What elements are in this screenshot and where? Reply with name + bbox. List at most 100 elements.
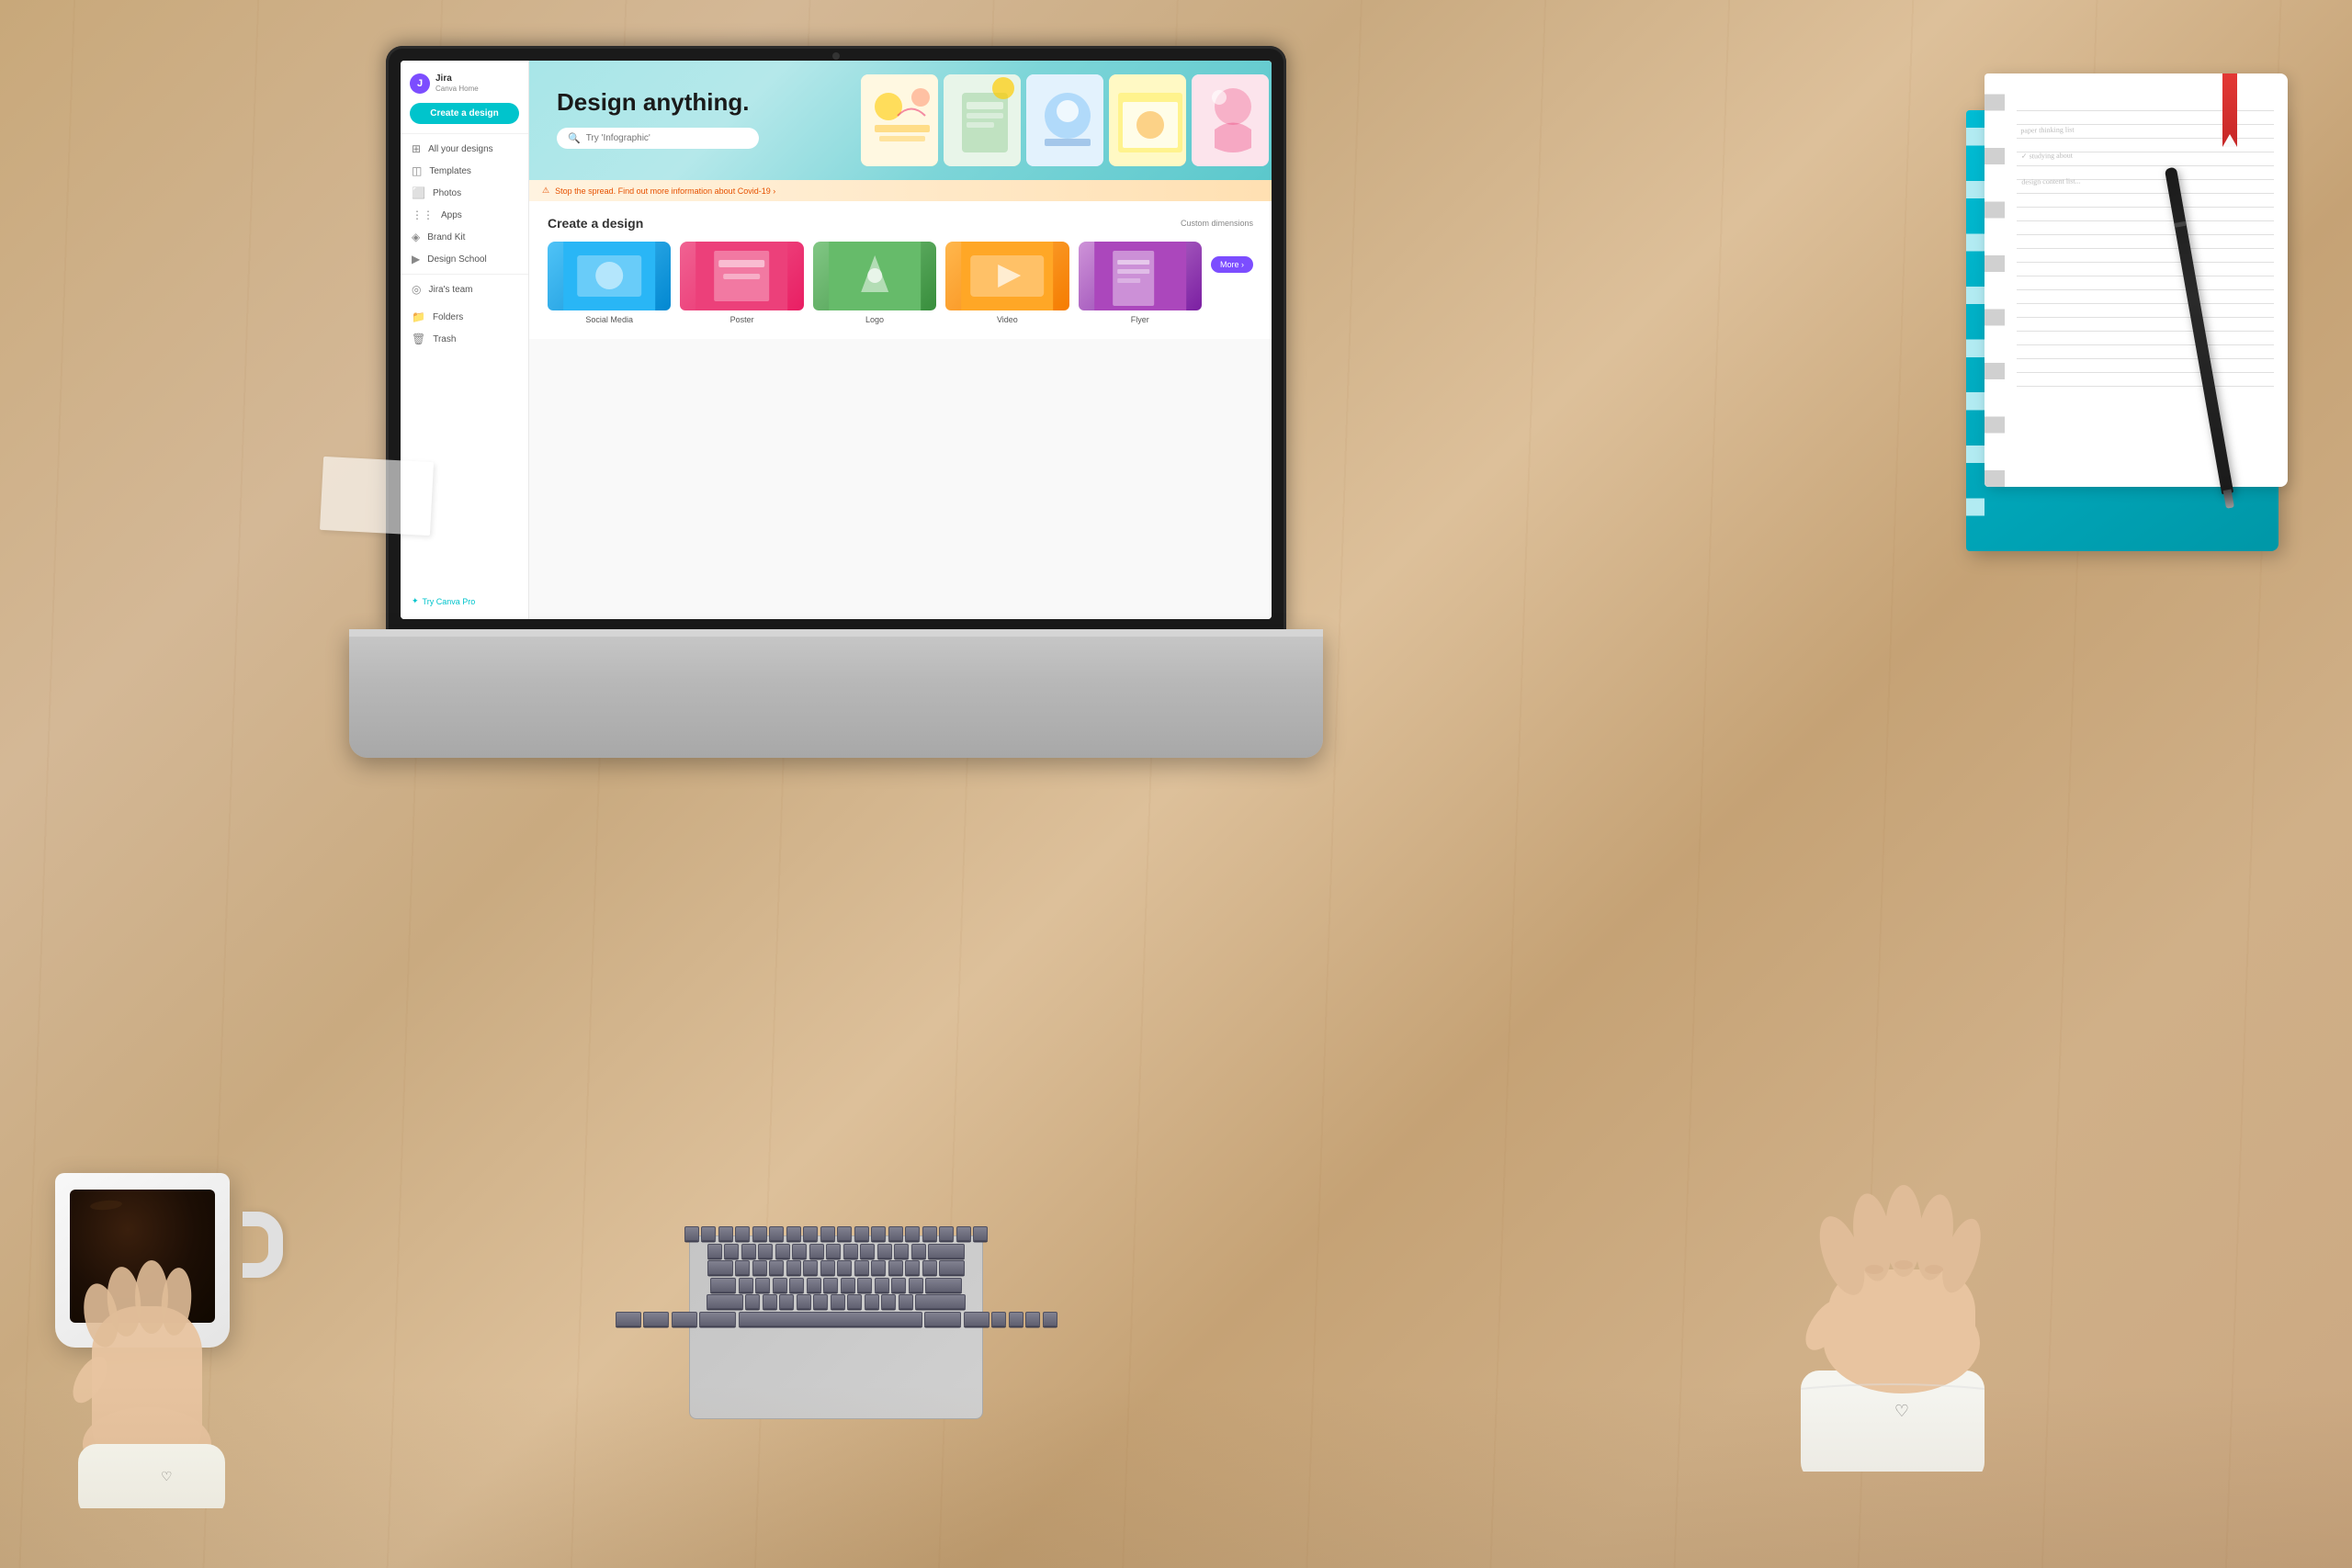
key-slash[interactable]	[899, 1294, 913, 1309]
key-u[interactable]	[837, 1260, 852, 1275]
key-minus[interactable]	[894, 1244, 909, 1258]
key-m[interactable]	[847, 1294, 862, 1309]
sidebar-item-team[interactable]: ◎ Jira's team	[401, 278, 528, 300]
search-bar[interactable]: 🔍	[557, 128, 759, 149]
key-quote[interactable]	[909, 1278, 923, 1292]
key-arrow-down[interactable]	[1025, 1312, 1040, 1326]
key-s[interactable]	[755, 1278, 770, 1292]
key-arrow-right[interactable]	[1043, 1312, 1057, 1326]
key-1[interactable]	[724, 1244, 739, 1258]
key-f4[interactable]	[752, 1226, 767, 1241]
key-2[interactable]	[741, 1244, 756, 1258]
key-0[interactable]	[877, 1244, 892, 1258]
key-8[interactable]	[843, 1244, 858, 1258]
key-spacebar[interactable]	[739, 1312, 922, 1326]
search-input[interactable]	[586, 133, 748, 143]
sidebar-item-design-school[interactable]: ▶ Design School	[401, 248, 528, 270]
design-type-poster[interactable]: Poster	[680, 242, 803, 324]
sidebar-item-trash[interactable]: 🗑 Trash	[401, 328, 528, 350]
key-del[interactable]	[973, 1226, 988, 1241]
key-command-right[interactable]	[924, 1312, 961, 1326]
sidebar-item-brand-kit[interactable]: ◈ Brand Kit	[401, 226, 528, 248]
key-6[interactable]	[809, 1244, 824, 1258]
key-a[interactable]	[739, 1278, 753, 1292]
key-r[interactable]	[786, 1260, 801, 1275]
key-f7[interactable]	[803, 1226, 818, 1241]
key-y[interactable]	[820, 1260, 835, 1275]
key-semicolon[interactable]	[891, 1278, 906, 1292]
design-type-print[interactable]: Flyer	[1079, 242, 1202, 324]
key-f1[interactable]	[701, 1226, 716, 1241]
key-fn[interactable]	[616, 1312, 641, 1326]
key-l[interactable]	[875, 1278, 889, 1292]
more-designs-button[interactable]: More ›	[1211, 256, 1253, 273]
key-4[interactable]	[775, 1244, 790, 1258]
key-bracket-close[interactable]	[922, 1260, 937, 1275]
key-shift-right[interactable]	[915, 1294, 966, 1309]
key-v[interactable]	[797, 1294, 811, 1309]
key-h[interactable]	[823, 1278, 838, 1292]
key-shift-left[interactable]	[707, 1294, 743, 1309]
key-j[interactable]	[841, 1278, 855, 1292]
design-type-social-media[interactable]: Social Media	[548, 242, 671, 324]
key-9[interactable]	[860, 1244, 875, 1258]
key-arrow-left[interactable]	[991, 1312, 1006, 1326]
key-c[interactable]	[779, 1294, 794, 1309]
covid-notice-banner[interactable]: ⚠ Stop the spread. Find out more informa…	[529, 180, 1272, 201]
key-f8[interactable]	[820, 1226, 835, 1241]
key-bracket-open[interactable]	[905, 1260, 920, 1275]
key-option-left[interactable]	[672, 1312, 697, 1326]
key-q[interactable]	[735, 1260, 750, 1275]
key-t[interactable]	[803, 1260, 818, 1275]
key-b[interactable]	[813, 1294, 828, 1309]
key-esc[interactable]	[684, 1226, 699, 1241]
sidebar-item-photos[interactable]: ⬜ Photos	[401, 182, 528, 204]
key-3[interactable]	[758, 1244, 773, 1258]
design-type-logo[interactable]: Logo	[813, 242, 936, 324]
key-f16[interactable]	[956, 1226, 971, 1241]
key-option-right[interactable]	[964, 1312, 989, 1326]
key-e[interactable]	[769, 1260, 784, 1275]
key-x[interactable]	[763, 1294, 777, 1309]
key-capslock[interactable]	[710, 1278, 736, 1292]
custom-dimensions-button[interactable]: Custom dimensions	[1181, 219, 1253, 228]
key-f9[interactable]	[837, 1226, 852, 1241]
key-f15[interactable]	[939, 1226, 954, 1241]
key-f3[interactable]	[735, 1226, 750, 1241]
key-arrow-up[interactable]	[1009, 1312, 1023, 1326]
sidebar-item-apps[interactable]: ⋮⋮ Apps	[401, 204, 528, 226]
key-f10[interactable]	[854, 1226, 869, 1241]
key-g[interactable]	[807, 1278, 821, 1292]
key-n[interactable]	[831, 1294, 845, 1309]
key-f12[interactable]	[888, 1226, 903, 1241]
key-tab[interactable]	[707, 1260, 733, 1275]
sidebar-item-folders[interactable]: 📁 Folders	[401, 306, 528, 328]
key-o[interactable]	[871, 1260, 886, 1275]
key-backspace[interactable]	[928, 1244, 965, 1258]
key-w[interactable]	[752, 1260, 767, 1275]
key-control[interactable]	[643, 1312, 669, 1326]
key-comma[interactable]	[865, 1294, 879, 1309]
key-period[interactable]	[881, 1294, 896, 1309]
key-7[interactable]	[826, 1244, 841, 1258]
sidebar-item-templates[interactable]: ◫ Templates	[401, 160, 528, 182]
try-canva-pro-button[interactable]: ✦ Try Canva Pro	[401, 591, 528, 612]
key-f11[interactable]	[871, 1226, 886, 1241]
create-design-button[interactable]: Create a design	[410, 103, 519, 124]
key-f2[interactable]	[718, 1226, 733, 1241]
key-p[interactable]	[888, 1260, 903, 1275]
key-f[interactable]	[789, 1278, 804, 1292]
key-backtick[interactable]	[707, 1244, 722, 1258]
key-enter[interactable]	[925, 1278, 962, 1292]
key-z[interactable]	[745, 1294, 760, 1309]
key-f14[interactable]	[922, 1226, 937, 1241]
key-f6[interactable]	[786, 1226, 801, 1241]
key-5[interactable]	[792, 1244, 807, 1258]
key-command-left[interactable]	[699, 1312, 736, 1326]
key-k[interactable]	[857, 1278, 872, 1292]
key-f13[interactable]	[905, 1226, 920, 1241]
key-i[interactable]	[854, 1260, 869, 1275]
sidebar-item-all-designs[interactable]: ⊞ All your designs	[401, 138, 528, 160]
key-f5[interactable]	[769, 1226, 784, 1241]
user-profile-button[interactable]: J Jira Canva Home	[401, 68, 528, 97]
